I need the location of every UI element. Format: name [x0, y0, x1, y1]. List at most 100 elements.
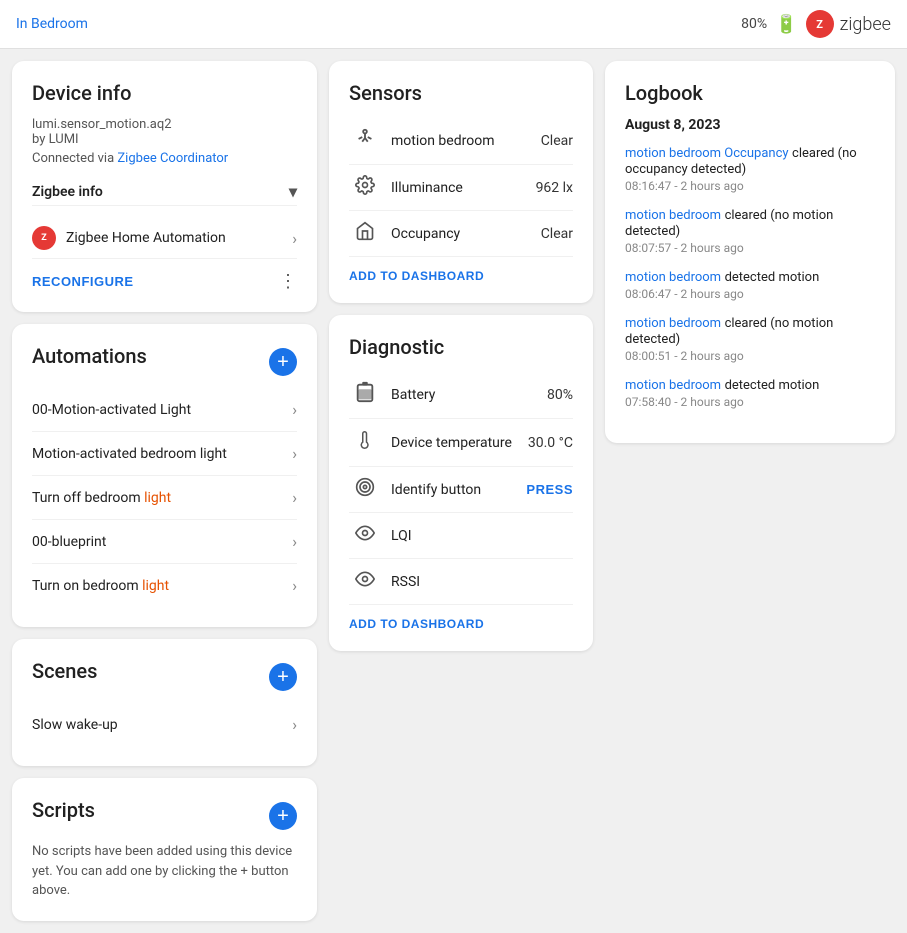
battery-icon	[349, 381, 381, 408]
top-bar: In Bedroom 80% 🔋 Z zigbee	[0, 0, 907, 49]
scripts-title: Scripts	[32, 798, 95, 822]
list-item[interactable]: 00-blueprint ›	[32, 520, 297, 564]
list-item[interactable]: 00-Motion-activated Light ›	[32, 388, 297, 432]
zigbee-home-row[interactable]: Z Zigbee Home Automation ›	[32, 218, 297, 259]
scripts-empty-message: No scripts have been added using this de…	[32, 842, 297, 901]
more-options-button[interactable]: ⋮	[279, 271, 297, 292]
diag-name-3: LQI	[391, 528, 573, 544]
sensor-row: Occupancy Clear	[349, 211, 573, 257]
log-message-4: motion bedroom detected motion	[625, 377, 875, 393]
diagnostic-title: Diagnostic	[349, 335, 573, 359]
device-model: lumi.sensor_motion.aq2	[32, 117, 297, 132]
scenes-title: Scenes	[32, 659, 97, 683]
gear-icon	[349, 175, 381, 200]
scenes-card: Scenes + Slow wake-up ›	[12, 639, 317, 766]
sensor-name-2: Occupancy	[391, 226, 541, 242]
chevron-right-icon: ›	[292, 400, 297, 419]
home-icon	[349, 221, 381, 246]
chevron-down-icon: ▾	[289, 182, 297, 201]
zigbee-coordinator-link[interactable]: Zigbee Coordinator	[117, 151, 228, 166]
thermometer-icon	[349, 429, 381, 456]
sensors-title: Sensors	[349, 81, 573, 105]
eye-icon	[349, 523, 381, 548]
automations-list: 00-Motion-activated Light › Motion-activ…	[32, 388, 297, 607]
zigbee-brand-label: zigbee	[840, 14, 891, 35]
list-item[interactable]: Turn off bedroom light ›	[32, 476, 297, 520]
reconfigure-row: RECONFIGURE ⋮	[32, 259, 297, 292]
diag-row: Battery 80%	[349, 371, 573, 419]
log-entry: motion bedroom detected motion 07:58:40 …	[625, 377, 875, 409]
logbook-card: Logbook August 8, 2023 motion bedroom Oc…	[605, 61, 895, 443]
sensor-row: motion bedroom Clear	[349, 117, 573, 165]
zigbee-home-icon: Z	[32, 226, 56, 250]
list-item[interactable]: Turn on bedroom light ›	[32, 564, 297, 607]
log-entry: motion bedroom cleared (no motion detect…	[625, 315, 875, 363]
diag-row: RSSI	[349, 559, 573, 605]
scenes-header: Scenes +	[32, 659, 297, 695]
log-time-3: 08:00:51 - 2 hours ago	[625, 349, 875, 363]
zigbee-circle-icon: Z	[806, 10, 834, 38]
diag-name-4: RSSI	[391, 574, 573, 590]
log-time-0: 08:16:47 - 2 hours ago	[625, 179, 875, 193]
reconfigure-button[interactable]: RECONFIGURE	[32, 274, 134, 289]
log-entity-2: motion bedroom	[625, 270, 721, 285]
breadcrumb-link[interactable]: In Bedroom	[16, 16, 88, 32]
device-info-card: Device info lumi.sensor_motion.aq2 by LU…	[12, 61, 317, 312]
connection-prefix: Connected via	[32, 151, 117, 166]
right-column: Logbook August 8, 2023 motion bedroom Oc…	[605, 61, 895, 921]
zigbee-logo: Z zigbee	[806, 10, 891, 38]
add-script-button[interactable]: +	[269, 802, 297, 830]
diag-row: Identify button PRESS	[349, 467, 573, 513]
diagnostic-add-dashboard-button[interactable]: ADD TO DASHBOARD	[349, 605, 484, 631]
log-message-1: motion bedroom cleared (no motion detect…	[625, 207, 875, 239]
log-message-2: motion bedroom detected motion	[625, 269, 875, 285]
chevron-right-icon: ›	[292, 576, 297, 595]
chevron-right-icon: ›	[292, 488, 297, 507]
automation-label-4: Turn on bedroom light	[32, 578, 169, 594]
add-scene-button[interactable]: +	[269, 663, 297, 691]
log-entity-4: motion bedroom	[625, 378, 721, 393]
log-entity-3: motion bedroom	[625, 316, 721, 331]
chevron-right-icon: ›	[292, 715, 297, 734]
diag-name-2: Identify button	[391, 482, 526, 498]
automations-header: Automations +	[32, 344, 297, 380]
log-entry: motion bedroom cleared (no motion detect…	[625, 207, 875, 255]
main-content: Device info lumi.sensor_motion.aq2 by LU…	[0, 49, 907, 933]
diagnostic-card: Diagnostic Battery 80% Device temperatur…	[329, 315, 593, 651]
motion-icon	[349, 127, 381, 154]
add-automation-button[interactable]: +	[269, 348, 297, 376]
left-column: Device info lumi.sensor_motion.aq2 by LU…	[12, 61, 317, 921]
zigbee-info-toggle[interactable]: Zigbee info ▾	[32, 178, 297, 206]
chevron-right-icon: ›	[292, 532, 297, 551]
device-info-title: Device info	[32, 81, 297, 105]
log-message-0: motion bedroom Occupancy cleared (no occ…	[625, 145, 875, 177]
list-item[interactable]: Slow wake-up ›	[32, 703, 297, 746]
automation-label-3: 00-blueprint	[32, 534, 106, 550]
log-time-1: 08:07:57 - 2 hours ago	[625, 241, 875, 255]
automation-label-2: Turn off bedroom light	[32, 490, 171, 506]
diag-row: Device temperature 30.0 °C	[349, 419, 573, 467]
device-connection: Connected via Zigbee Coordinator	[32, 151, 297, 166]
list-item[interactable]: Motion-activated bedroom light ›	[32, 432, 297, 476]
log-entity-1: motion bedroom	[625, 208, 721, 223]
scene-label-0: Slow wake-up	[32, 717, 118, 733]
sensor-value-1: 962 lx	[536, 180, 573, 196]
device-brand: by LUMI	[32, 132, 297, 147]
log-entry: motion bedroom Occupancy cleared (no occ…	[625, 145, 875, 193]
diag-value-1: 30.0 °C	[528, 435, 573, 451]
zigbee-home-left: Z Zigbee Home Automation	[32, 226, 226, 250]
zigbee-info-label: Zigbee info	[32, 184, 103, 200]
zigbee-home-label: Zigbee Home Automation	[66, 230, 226, 246]
breadcrumb-area[interactable]: In Bedroom	[16, 16, 88, 32]
logbook-title: Logbook	[625, 81, 875, 105]
target-icon	[349, 477, 381, 502]
automation-label-1: Motion-activated bedroom light	[32, 446, 227, 462]
sensor-value-0: Clear	[541, 133, 573, 149]
identify-press-button[interactable]: PRESS	[526, 482, 573, 497]
diag-name-1: Device temperature	[391, 435, 528, 451]
log-time-2: 08:06:47 - 2 hours ago	[625, 287, 875, 301]
automations-card: Automations + 00-Motion-activated Light …	[12, 324, 317, 627]
sensors-add-dashboard-button[interactable]: ADD TO DASHBOARD	[349, 257, 484, 283]
sensor-value-2: Clear	[541, 226, 573, 242]
sensor-name-1: Illuminance	[391, 180, 536, 196]
